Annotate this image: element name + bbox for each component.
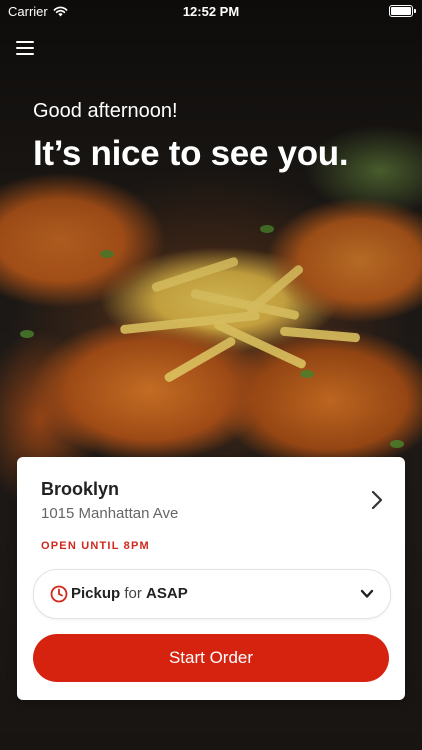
hamburger-menu-icon[interactable] — [16, 40, 34, 56]
chevron-down-icon — [360, 589, 374, 598]
location-name: Brooklyn — [41, 479, 120, 499]
location-address: 1015 Manhattan Ave — [41, 505, 179, 522]
page-title: It’s nice to see you. — [33, 134, 349, 173]
pickup-connector: for — [124, 585, 142, 602]
start-order-button[interactable]: Start Order — [33, 634, 389, 682]
status-bar: Carrier 12:52 PM — [0, 0, 422, 24]
clock-icon — [50, 585, 68, 603]
location-card: Brooklyn 1015 Manhattan Ave OPEN UNTIL 8… — [17, 457, 405, 700]
pickup-summary: Pickup for ASAP — [71, 585, 188, 602]
pickup-mode: Pickup — [71, 585, 121, 602]
pickup-time-selector[interactable]: Pickup for ASAP — [33, 569, 391, 619]
pickup-time: ASAP — [146, 585, 188, 602]
status-time: 12:52 PM — [182, 4, 240, 19]
hours-status: OPEN UNTIL 8PM — [41, 540, 150, 552]
chevron-right-icon[interactable] — [369, 489, 385, 511]
battery-icon — [389, 5, 416, 17]
greeting-text: Good afternoon! — [33, 100, 178, 122]
